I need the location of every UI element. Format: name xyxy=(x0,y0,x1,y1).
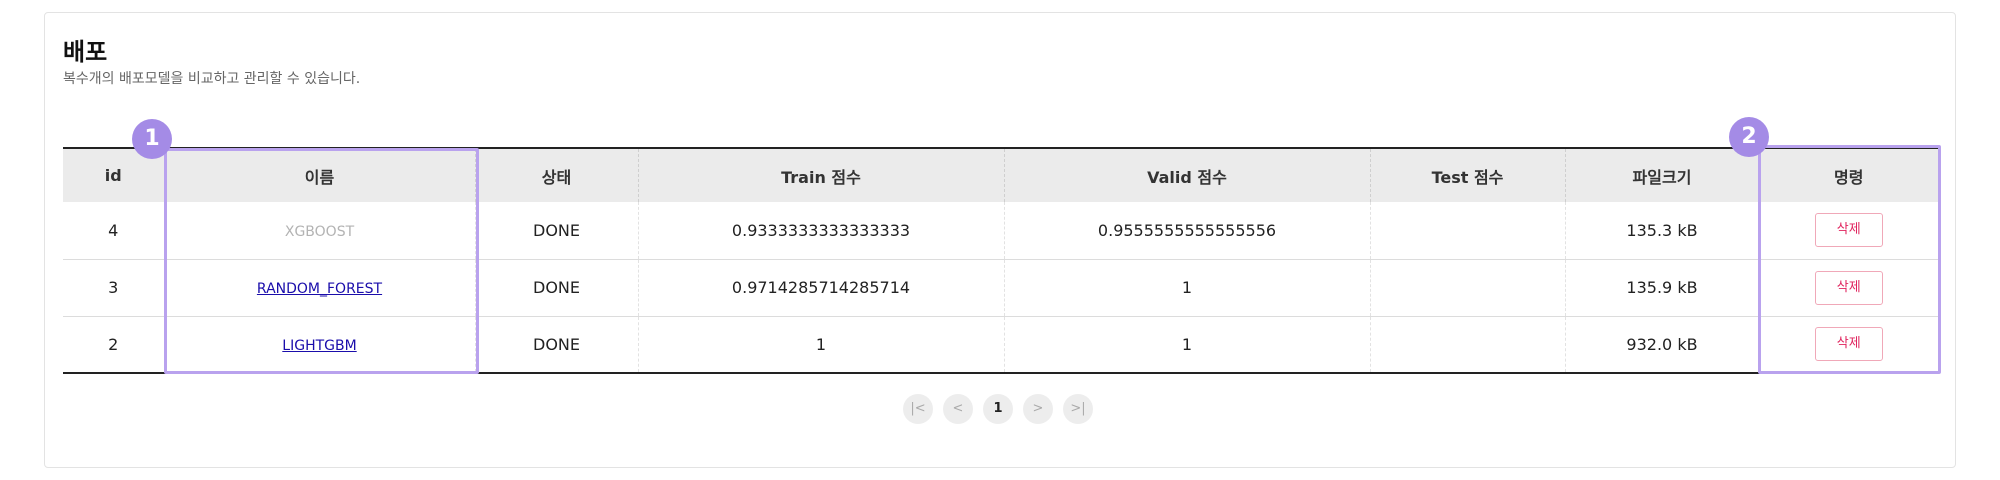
cell-file-size: 135.3 kB xyxy=(1564,202,1759,260)
cell-name: RANDOM_FOREST xyxy=(163,259,475,317)
table-row: 2 LIGHTGBM DONE 1 1 932.0 kB 삭제 xyxy=(63,316,1938,374)
table-row: 3 RANDOM_FOREST DONE 0.9714285714285714 … xyxy=(63,259,1938,317)
cell-status: DONE xyxy=(474,202,638,260)
cell-train-score: 0.9714285714285714 xyxy=(637,259,1004,317)
col-header-name: 이름 xyxy=(163,147,475,202)
col-header-file-size: 파일크기 xyxy=(1564,147,1759,202)
cell-status: DONE xyxy=(474,259,638,317)
table-header-row: id 이름 상태 Train 점수 Valid 점수 Test 점수 파일크기 … xyxy=(63,147,1938,202)
delete-button[interactable]: 삭제 xyxy=(1814,270,1883,305)
col-header-train-score: Train 점수 xyxy=(637,147,1004,202)
cell-test-score xyxy=(1369,316,1565,374)
cell-id: 3 xyxy=(63,259,164,317)
cell-valid-score: 1 xyxy=(1003,259,1370,317)
pagination-last-button[interactable]: >| xyxy=(1063,394,1093,424)
pagination-first-button[interactable]: |< xyxy=(903,394,933,424)
table-row: 4 XGBOOST DONE 0.9333333333333333 0.9555… xyxy=(63,202,1938,260)
cell-command: 삭제 xyxy=(1758,259,1938,317)
cell-valid-score: 1 xyxy=(1003,316,1370,374)
cell-train-score: 0.9333333333333333 xyxy=(637,202,1004,260)
annotation-badge-1: 1 xyxy=(132,119,172,159)
delete-button[interactable]: 삭제 xyxy=(1814,327,1883,362)
cell-test-score xyxy=(1369,259,1565,317)
col-header-test-score: Test 점수 xyxy=(1369,147,1565,202)
col-header-command: 명령 xyxy=(1758,147,1938,202)
page-title: 배포 xyxy=(63,38,108,66)
model-name-link[interactable]: RANDOM_FOREST xyxy=(257,281,382,297)
model-name-link[interactable]: LIGHTGBM xyxy=(282,338,356,354)
page-subtitle: 복수개의 배포모델을 비교하고 관리할 수 있습니다. xyxy=(63,71,361,87)
cell-name: XGBOOST xyxy=(163,202,475,260)
cell-train-score: 1 xyxy=(637,316,1004,374)
cell-file-size: 135.9 kB xyxy=(1564,259,1759,317)
delete-button[interactable]: 삭제 xyxy=(1814,213,1883,248)
cell-file-size: 932.0 kB xyxy=(1564,316,1759,374)
cell-status: DONE xyxy=(474,316,638,374)
col-header-status: 상태 xyxy=(474,147,638,202)
pagination: |< < 1 > >| xyxy=(903,394,1093,424)
cell-command: 삭제 xyxy=(1758,202,1938,260)
model-name-text: XGBOOST xyxy=(284,223,355,240)
col-header-valid-score: Valid 점수 xyxy=(1003,147,1370,202)
deployment-table: id 이름 상태 Train 점수 Valid 점수 Test 점수 파일크기 … xyxy=(63,147,1938,374)
cell-id: 2 xyxy=(63,316,164,374)
cell-valid-score: 0.9555555555555556 xyxy=(1003,202,1370,260)
pagination-prev-button[interactable]: < xyxy=(943,394,973,424)
cell-id: 4 xyxy=(63,202,164,260)
cell-command: 삭제 xyxy=(1758,316,1938,374)
pagination-page-1[interactable]: 1 xyxy=(983,394,1013,424)
cell-test-score xyxy=(1369,202,1565,260)
annotation-badge-2: 2 xyxy=(1729,117,1769,157)
pagination-next-button[interactable]: > xyxy=(1023,394,1053,424)
cell-name: LIGHTGBM xyxy=(163,316,475,374)
